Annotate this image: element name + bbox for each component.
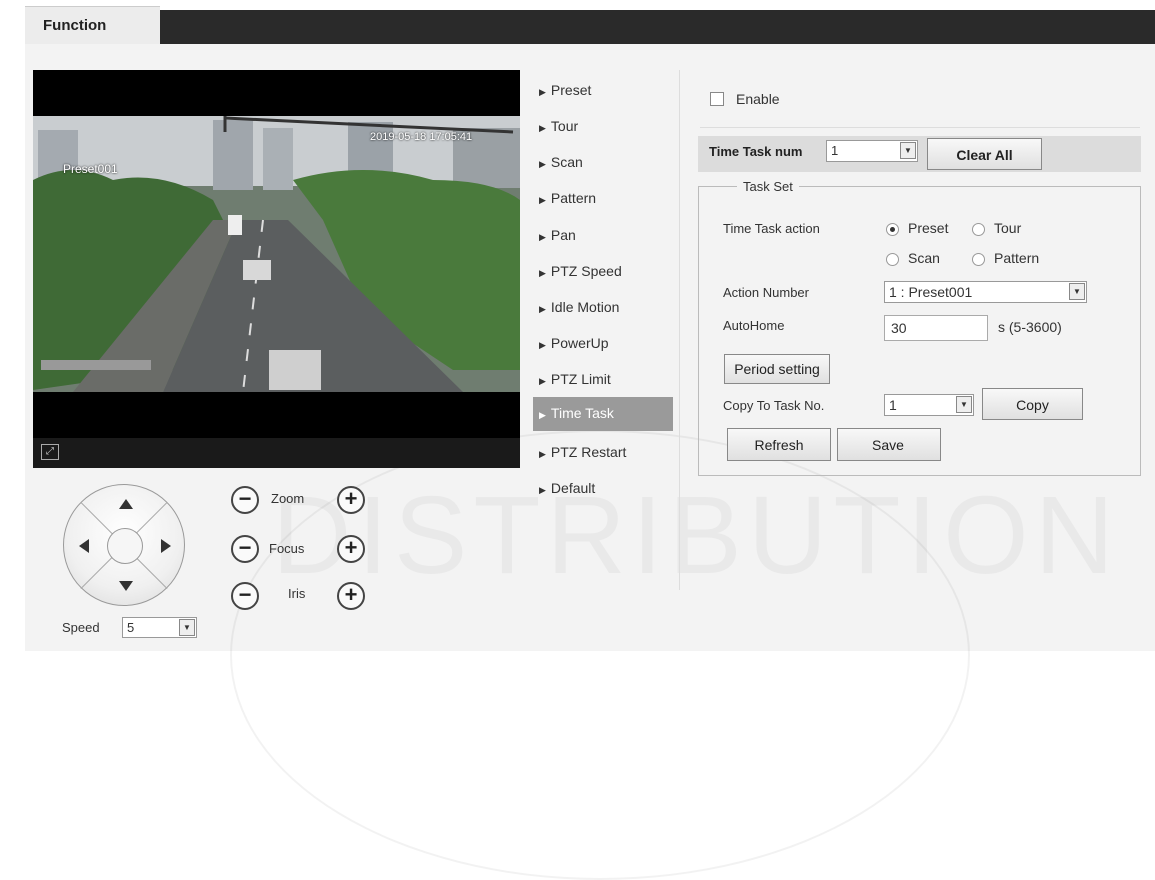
radio-scan[interactable]: [886, 253, 899, 266]
iris-open-button[interactable]: +: [337, 582, 365, 610]
divider: [700, 127, 1140, 128]
triangle-right-icon: ▶: [539, 449, 546, 459]
menu-item-ptz-limit[interactable]: ▶ PTZ Limit: [533, 365, 673, 395]
autohome-input[interactable]: 30: [884, 315, 988, 341]
ptz-direction-pad[interactable]: [63, 484, 185, 606]
menu-item-preset[interactable]: ▶ Preset: [533, 76, 673, 106]
enable-checkbox[interactable]: [710, 92, 724, 106]
time-task-num-select[interactable]: 1 ▼: [826, 140, 918, 162]
menu-item-label: Time Task: [550, 405, 614, 421]
chevron-down-icon[interactable]: ▼: [900, 142, 916, 159]
period-setting-button[interactable]: Period setting: [724, 354, 830, 384]
clear-all-button[interactable]: Clear All: [927, 138, 1042, 170]
time-task-num-value: 1: [831, 143, 839, 158]
video-frame: [33, 70, 520, 438]
speed-select[interactable]: 5 ▼: [122, 617, 197, 638]
save-button[interactable]: Save: [837, 428, 941, 461]
triangle-right-icon: ▶: [539, 87, 546, 97]
video-preview: Preset001 2019-05-18 17:05:41 ⤢: [33, 70, 520, 468]
top-bar: [25, 10, 1155, 44]
iris-close-button[interactable]: −: [231, 582, 259, 610]
chevron-down-icon[interactable]: ▼: [956, 396, 972, 413]
zoom-out-button[interactable]: −: [231, 486, 259, 514]
menu-item-label: Idle Motion: [550, 299, 620, 315]
triangle-right-icon: ▶: [539, 195, 546, 205]
menu-item-label: PowerUp: [550, 335, 609, 351]
time-task-num-label: Time Task num: [709, 144, 803, 159]
radio-preset-label: Preset: [908, 220, 949, 236]
triangle-right-icon: ▶: [539, 123, 546, 133]
triangle-right-icon: ▶: [539, 159, 546, 169]
menu-divider: [679, 70, 680, 590]
copy-to-value: 1: [889, 397, 897, 413]
arrow-right-icon[interactable]: [161, 539, 171, 553]
triangle-right-icon: ▶: [539, 232, 546, 242]
ptz-center-button[interactable]: [107, 528, 143, 564]
menu-item-idle-motion[interactable]: ▶ Idle Motion: [533, 293, 673, 323]
radio-tour[interactable]: [972, 223, 985, 236]
triangle-right-icon: ▶: [539, 304, 546, 314]
menu-item-label: Pattern: [550, 190, 597, 206]
iris-label: Iris: [288, 586, 306, 601]
autohome-unit: s (5-3600): [998, 319, 1062, 335]
menu-item-scan[interactable]: ▶ Scan: [533, 148, 673, 178]
focus-label: Focus: [269, 541, 305, 556]
triangle-right-icon: ▶: [539, 485, 546, 495]
menu-item-tour[interactable]: ▶ Tour: [533, 112, 673, 142]
action-number-value: 1 : Preset001: [889, 284, 973, 300]
autohome-label: AutoHome: [723, 318, 785, 333]
copy-to-select[interactable]: 1 ▼: [884, 394, 974, 416]
triangle-right-icon: ▶: [539, 340, 546, 350]
focus-far-button[interactable]: +: [337, 535, 365, 563]
triangle-right-icon: ▶: [539, 410, 546, 420]
speed-value: 5: [127, 620, 135, 635]
chevron-down-icon[interactable]: ▼: [1069, 283, 1085, 300]
menu-item-label: Tour: [550, 118, 579, 134]
radio-pattern[interactable]: [972, 253, 985, 266]
menu-item-default[interactable]: ▶ Default: [533, 474, 673, 504]
menu-item-label: PTZ Restart: [550, 444, 627, 460]
radio-scan-label: Scan: [908, 250, 940, 266]
arrow-left-icon[interactable]: [79, 539, 89, 553]
menu-item-ptz-speed[interactable]: ▶ PTZ Speed: [533, 257, 673, 287]
menu-item-time-task[interactable]: ▶ Time Task: [533, 397, 673, 431]
radio-tour-label: Tour: [994, 220, 1022, 236]
menu-item-label: Pan: [550, 227, 576, 243]
triangle-right-icon: ▶: [539, 268, 546, 278]
focus-near-button[interactable]: −: [231, 535, 259, 563]
video-toolbar: ⤢: [33, 438, 520, 468]
menu-item-label: PTZ Limit: [550, 371, 611, 387]
task-set-legend: Task Set: [737, 179, 799, 194]
action-number-select[interactable]: 1 : Preset001 ▼: [884, 281, 1087, 303]
refresh-button[interactable]: Refresh: [727, 428, 831, 461]
menu-item-pattern[interactable]: ▶ Pattern: [533, 184, 673, 214]
tab-function[interactable]: Function: [25, 6, 160, 44]
zoom-in-button[interactable]: +: [337, 486, 365, 514]
enable-label: Enable: [736, 91, 780, 107]
copy-to-label: Copy To Task No.: [723, 398, 825, 413]
menu-item-ptz-restart[interactable]: ▶ PTZ Restart: [533, 438, 673, 468]
action-number-label: Action Number: [723, 285, 809, 300]
chevron-down-icon[interactable]: ▼: [179, 619, 195, 636]
menu-item-label: Preset: [550, 82, 592, 98]
menu-item-label: Default: [550, 480, 596, 496]
arrow-up-icon[interactable]: [119, 499, 133, 509]
time-task-action-label: Time Task action: [723, 221, 820, 236]
osd-preset-label: Preset001: [63, 162, 118, 176]
radio-pattern-label: Pattern: [994, 250, 1040, 266]
triangle-right-icon: ▶: [539, 376, 546, 386]
copy-button[interactable]: Copy: [982, 388, 1083, 420]
osd-timestamp: 2019-05-18 17:05:41: [370, 131, 473, 143]
fullscreen-icon[interactable]: ⤢: [41, 444, 59, 460]
menu-item-label: Scan: [550, 154, 583, 170]
speed-label: Speed: [62, 620, 100, 635]
radio-preset[interactable]: [886, 223, 899, 236]
arrow-down-icon[interactable]: [119, 581, 133, 591]
menu-item-label: PTZ Speed: [550, 263, 622, 279]
menu-item-powerup[interactable]: ▶ PowerUp: [533, 329, 673, 359]
menu-item-pan[interactable]: ▶ Pan: [533, 221, 673, 251]
zoom-label: Zoom: [271, 491, 305, 506]
